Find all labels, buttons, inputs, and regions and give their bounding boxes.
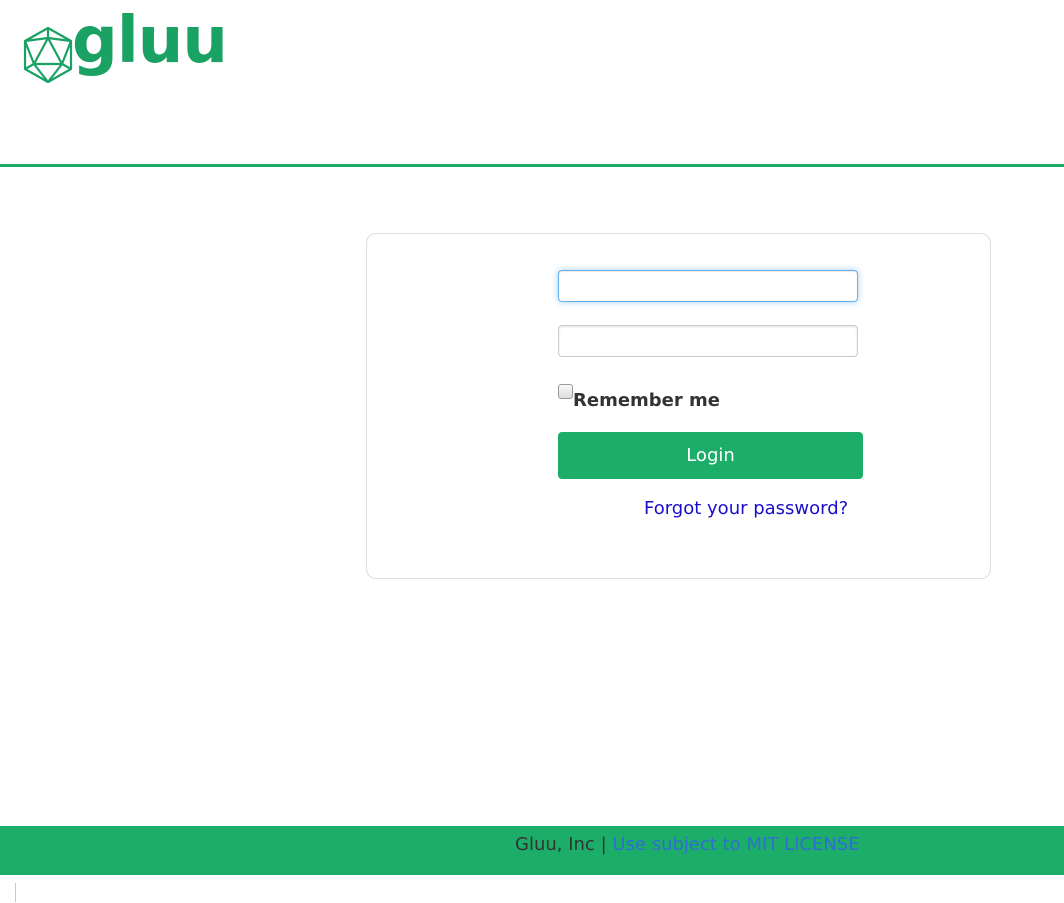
bottom-divider	[15, 883, 16, 902]
remember-me-label: Remember me	[573, 390, 720, 411]
login-button[interactable]: Login	[558, 432, 863, 479]
username-input[interactable]	[558, 270, 858, 302]
icosahedron-icon	[23, 26, 73, 84]
remember-me-checkbox[interactable]	[558, 384, 573, 399]
license-link[interactable]: Use subject to MIT LICENSE	[612, 834, 859, 855]
header-divider	[0, 164, 1064, 167]
password-input[interactable]	[558, 325, 858, 357]
footer: Gluu, Inc | Use subject to MIT LICENSE	[0, 826, 1064, 875]
header: gluu	[0, 0, 1064, 168]
forgot-password-link[interactable]: Forgot your password?	[644, 498, 848, 519]
logo-text: gluu	[72, 4, 228, 78]
footer-separator: |	[600, 834, 607, 855]
footer-content: Gluu, Inc | Use subject to MIT LICENSE	[515, 834, 860, 855]
gluu-logo[interactable]: gluu	[22, 4, 228, 90]
login-page: gluu Username Password Remember me Login…	[0, 0, 1064, 903]
footer-company: Gluu, Inc	[515, 834, 595, 855]
login-panel: Username Password Remember me Login Forg…	[366, 233, 991, 579]
